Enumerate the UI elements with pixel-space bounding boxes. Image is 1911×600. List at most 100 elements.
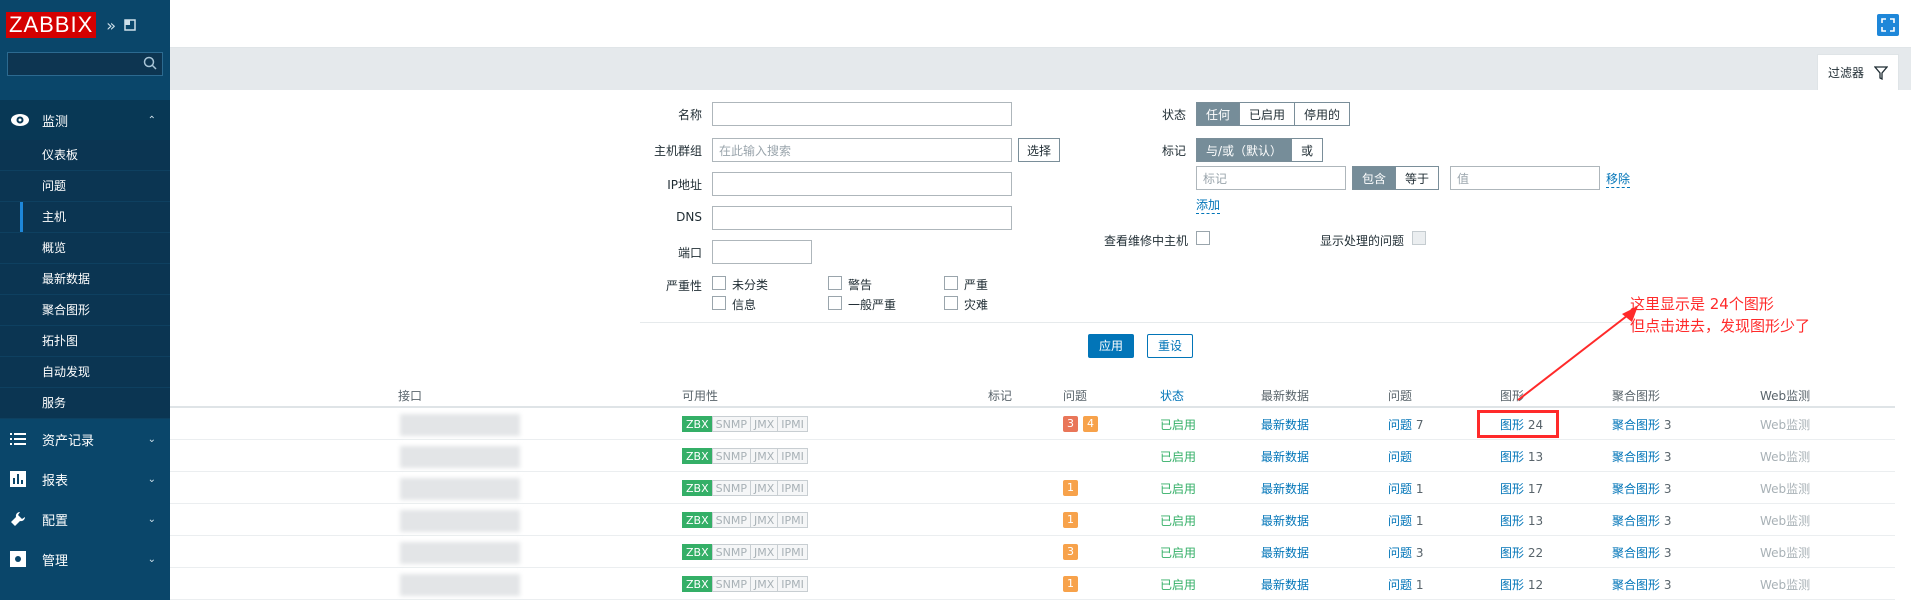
col-interface: 接口 <box>398 389 423 403</box>
search-icon[interactable] <box>143 56 157 73</box>
problem-badge[interactable]: 4 <box>1083 416 1098 432</box>
problem-badge[interactable]: 3 <box>1063 416 1078 432</box>
problems-count: 7 <box>1415 418 1424 432</box>
tags-option-andor[interactable]: 与/或（默认） <box>1197 139 1293 161</box>
sub-item-maps[interactable]: 拓扑图 <box>0 326 170 357</box>
screens-link[interactable]: 聚合图形 <box>1612 578 1660 592</box>
graphs-link[interactable]: 图形 <box>1500 514 1524 528</box>
severity-checkbox-info[interactable] <box>712 296 726 310</box>
problem-badge[interactable]: 1 <box>1063 480 1078 496</box>
filter-tabbar: 过滤器 <box>170 48 1911 90</box>
apply-button[interactable]: 应用 <box>1088 334 1135 358</box>
graphs-link[interactable]: 图形 <box>1500 578 1524 592</box>
nav-administration[interactable]: 管理 ⌄ <box>0 539 170 579</box>
port-label: 端口 <box>677 246 702 260</box>
tag-op-contains[interactable]: 包含 <box>1353 167 1397 189</box>
status-option-enabled[interactable]: 已启用 <box>1240 103 1296 125</box>
problems-link[interactable]: 问题 <box>1388 482 1412 496</box>
tag-name-input[interactable]: 标记 <box>1196 166 1346 190</box>
problem-badge[interactable]: 1 <box>1063 576 1078 592</box>
search-input[interactable] <box>7 52 163 76</box>
table-body: ZBX SNMP JMX IPMI 3 4 已启用 最新数据 问题 7 图形 24 聚合图形 3 We… <box>170 408 1895 600</box>
problems-link[interactable]: 问题 <box>1388 578 1412 592</box>
status-value[interactable]: 已启用 <box>1160 576 1196 593</box>
status-value[interactable]: 已启用 <box>1160 512 1196 529</box>
reset-button[interactable]: 重设 <box>1147 334 1194 358</box>
graphs-link[interactable]: 图形 <box>1500 450 1524 464</box>
graphs-link[interactable]: 图形 <box>1500 482 1524 496</box>
zabbix-logo[interactable]: ZABBIX <box>6 12 97 38</box>
severity-checkbox-warning[interactable] <box>828 276 842 290</box>
sub-item-screens[interactable]: 聚合图形 <box>0 295 170 326</box>
screens-link[interactable]: 聚合图形 <box>1612 546 1660 560</box>
severity-checkbox-unclassified[interactable] <box>712 276 726 290</box>
problem-badge[interactable]: 3 <box>1063 544 1078 560</box>
latest-data-link[interactable]: 最新数据 <box>1261 576 1309 593</box>
filter-tab[interactable]: 过滤器 <box>1816 54 1899 90</box>
problems-link[interactable]: 问题 <box>1388 418 1412 432</box>
table-row: ZBX SNMP JMX IPMI 已启用 最新数据 问题 图形 13 聚合图形 3 Web监测 <box>170 440 1895 472</box>
sub-item-problems[interactable]: 问题 <box>0 171 170 202</box>
port-input[interactable] <box>712 240 812 264</box>
availability-zbx: ZBX <box>682 416 713 432</box>
latest-data-link[interactable]: 最新数据 <box>1261 512 1309 529</box>
fullscreen-button[interactable] <box>1877 14 1899 36</box>
add-tag-link[interactable]: 添加 <box>1196 196 1221 214</box>
problem-badge[interactable]: 1 <box>1063 512 1078 528</box>
sub-item-discovery[interactable]: 自动发现 <box>0 357 170 388</box>
latest-data-link[interactable]: 最新数据 <box>1261 416 1309 433</box>
nav-reports[interactable]: 报表 ⌄ <box>0 459 170 499</box>
problems-link[interactable]: 问题 <box>1388 514 1412 528</box>
nav-configuration[interactable]: 配置 ⌄ <box>0 499 170 539</box>
suppressed-checkbox[interactable] <box>1412 231 1426 245</box>
severity-checkbox-average[interactable] <box>828 296 842 310</box>
ip-input[interactable] <box>712 172 1012 196</box>
hostgroup-input[interactable]: 在此输入搜索 <box>712 138 1012 162</box>
status-option-any[interactable]: 任何 <box>1197 103 1241 125</box>
latest-data-link[interactable]: 最新数据 <box>1261 480 1309 497</box>
status-value[interactable]: 已启用 <box>1160 416 1196 433</box>
screens-link[interactable]: 聚合图形 <box>1612 450 1660 464</box>
sub-item-latest-data[interactable]: 最新数据 <box>0 264 170 295</box>
latest-data-link[interactable]: 最新数据 <box>1261 544 1309 561</box>
status-value[interactable]: 已启用 <box>1160 448 1196 465</box>
col-web: Web监测 <box>1760 389 1811 403</box>
latest-data-link[interactable]: 最新数据 <box>1261 448 1309 465</box>
problems-link[interactable]: 问题 <box>1388 546 1412 560</box>
availability-jmx: JMX <box>749 576 779 592</box>
sub-item-hosts[interactable]: 主机 <box>0 202 170 233</box>
graphs-count: 17 <box>1527 482 1544 496</box>
problems-count: 1 <box>1415 514 1424 528</box>
status-option-disabled[interactable]: 停用的 <box>1295 103 1350 125</box>
hostgroup-select-button[interactable]: 选择 <box>1018 138 1061 162</box>
problems-link[interactable]: 问题 <box>1388 450 1412 464</box>
nav-inventory[interactable]: 资产记录 ⌄ <box>0 419 170 459</box>
screens-link[interactable]: 聚合图形 <box>1612 418 1660 432</box>
dns-input[interactable] <box>712 206 1012 230</box>
window-icon[interactable] <box>124 16 136 35</box>
status-value[interactable]: 已启用 <box>1160 480 1196 497</box>
status-value[interactable]: 已启用 <box>1160 544 1196 561</box>
remove-tag-link[interactable]: 移除 <box>1606 170 1631 188</box>
sub-item-services[interactable]: 服务 <box>0 388 170 419</box>
severity-checkbox-disaster[interactable] <box>944 296 958 310</box>
severity-checkbox-high[interactable] <box>944 276 958 290</box>
maintenance-checkbox[interactable] <box>1196 231 1210 245</box>
screens-link[interactable]: 聚合图形 <box>1612 514 1660 528</box>
double-chevron-icon[interactable]: » <box>106 16 116 35</box>
name-input[interactable] <box>712 102 1012 126</box>
graphs-link[interactable]: 图形 <box>1500 546 1524 560</box>
suppressed-label: 显示处理的问题 <box>1319 234 1404 248</box>
sub-item-overview[interactable]: 概览 <box>0 233 170 264</box>
sub-item-dashboard[interactable]: 仪表板 <box>0 140 170 171</box>
nav-monitoring[interactable]: 监测 ⌃ <box>0 100 170 140</box>
tags-option-or[interactable]: 或 <box>1292 139 1323 161</box>
availability-snmp: SNMP <box>711 480 751 496</box>
col-status[interactable]: 状态 <box>1160 387 1184 404</box>
tag-op-equals[interactable]: 等于 <box>1396 167 1439 189</box>
screens-link[interactable]: 聚合图形 <box>1612 482 1660 496</box>
chevron-down-icon: ⌄ <box>147 473 156 485</box>
tag-value-input[interactable]: 值 <box>1450 166 1600 190</box>
availability-badges: ZBX SNMP JMX IPMI <box>682 544 808 560</box>
chevron-down-icon: ⌄ <box>147 433 156 445</box>
